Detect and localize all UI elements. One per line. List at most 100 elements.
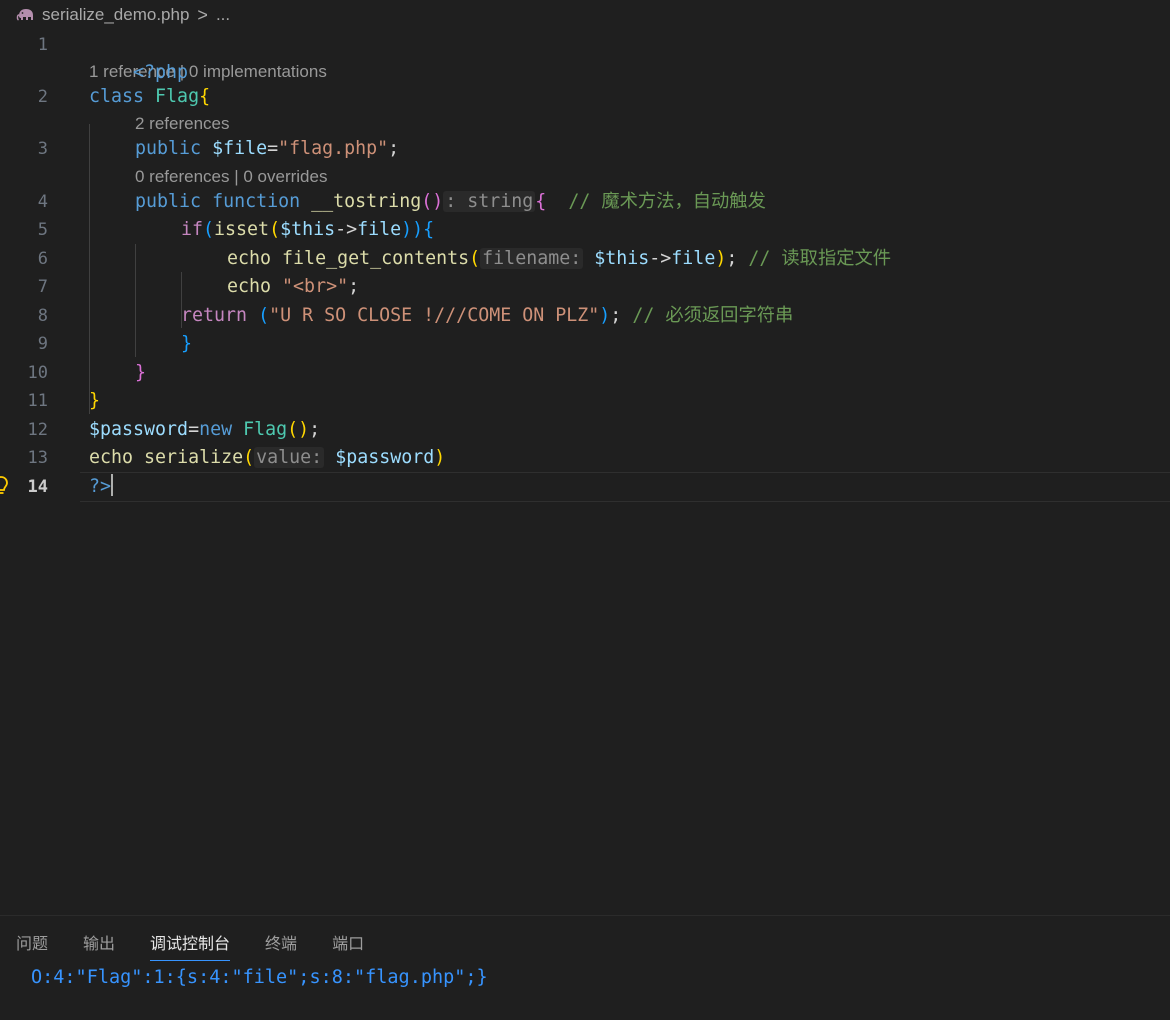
- token-paren: (: [258, 305, 270, 326]
- line-number: 9: [37, 334, 48, 354]
- token-comment: // 必须返回字符串: [632, 305, 794, 326]
- token-keyword: new: [199, 419, 233, 440]
- php-open-tag: <?php: [133, 62, 189, 83]
- token-keyword: public: [135, 138, 202, 159]
- php-elephant-icon: [16, 6, 38, 24]
- code-line: if(isset($this->file)){: [181, 216, 434, 244]
- code-line: $password=new Flag();: [89, 416, 320, 444]
- chevron-right-icon: >: [197, 4, 208, 25]
- breadcrumb-more[interactable]: ...: [216, 5, 230, 25]
- line-number: 5: [37, 220, 48, 240]
- token-paren: (: [243, 447, 255, 468]
- indent-guide: [135, 244, 136, 357]
- php-close-tag: ?>: [89, 476, 112, 497]
- tab-output[interactable]: 输出: [83, 930, 115, 961]
- inlay-hint: value:: [254, 447, 325, 468]
- token-parens: (): [287, 419, 310, 440]
- inlay-hint: filename:: [480, 248, 584, 269]
- line-number: 7: [37, 277, 48, 297]
- line-number: 3: [37, 139, 48, 159]
- token-function: __tostring: [311, 191, 422, 212]
- token-function: isset: [214, 219, 270, 240]
- text-cursor: [111, 474, 114, 496]
- tab-problems[interactable]: 问题: [16, 930, 48, 961]
- token-function: serialize: [144, 447, 244, 468]
- code-editor[interactable]: 1 2 3 4 5 6 7 8 9 10 11 12 13 14 1 refer…: [0, 30, 1170, 915]
- code-line: class Flag{: [89, 83, 210, 111]
- code-line: echo file_get_contents(filename: $this->…: [227, 245, 891, 273]
- token-variable: $password: [335, 447, 435, 468]
- token-keyword: class: [89, 86, 145, 107]
- token-comment: // 读取指定文件: [748, 248, 892, 269]
- token-class: Flag: [243, 419, 288, 440]
- token-semicolon: ;: [348, 276, 360, 297]
- token-function: echo: [227, 276, 272, 297]
- code-line: }: [135, 359, 146, 387]
- bottom-panel: 问题 输出 调试控制台 终端 端口 O:4:"Flag":1:{s:4:"fil…: [0, 915, 1170, 1020]
- token-brace: {: [535, 191, 547, 212]
- token-paren: (: [203, 219, 215, 240]
- token-variable: $password: [89, 419, 189, 440]
- line-number: 2: [37, 87, 48, 107]
- tab-debug-console[interactable]: 调试控制台: [150, 930, 231, 961]
- token-semicolon: ;: [309, 419, 321, 440]
- token-variable: $this: [594, 248, 650, 269]
- line-number: 13: [27, 448, 48, 468]
- token-brace: }: [135, 362, 147, 383]
- tab-terminal[interactable]: 终端: [265, 930, 297, 961]
- line-number: 4: [37, 192, 48, 212]
- token-function: file_get_contents: [282, 248, 470, 269]
- token-control: if: [181, 219, 204, 240]
- token-comment: // 魔术方法，自动触发: [568, 191, 766, 212]
- token-brace: }: [89, 390, 101, 411]
- token-property: file: [357, 219, 402, 240]
- code-line: echo serialize(value: $password): [89, 444, 445, 472]
- token-brace: }: [181, 333, 193, 354]
- token-semicolon: ;: [388, 138, 400, 159]
- code-line: return ("U R SO CLOSE !///COME ON PLZ");…: [181, 302, 793, 330]
- token-string: "flag.php": [278, 138, 389, 159]
- code-line: }: [89, 387, 100, 415]
- token-operator: ->: [649, 248, 672, 269]
- token-control: return: [181, 305, 248, 326]
- codelens-references[interactable]: 2 references: [135, 112, 230, 136]
- token-paren: )): [401, 219, 424, 240]
- token-keyword: function: [212, 191, 301, 212]
- inlay-hint: : string: [443, 191, 536, 212]
- token-paren: (: [269, 219, 281, 240]
- line-number-active: 14: [27, 477, 48, 497]
- line-number: 1: [37, 35, 48, 55]
- token-semicolon: ;: [726, 248, 738, 269]
- token-variable: $file: [212, 138, 268, 159]
- token-brace: {: [423, 219, 435, 240]
- code-line: public $file="flag.php";: [135, 135, 399, 163]
- token-function: echo: [89, 447, 134, 468]
- line-number: 8: [37, 306, 48, 326]
- line-number: 6: [37, 249, 48, 269]
- code-line: echo "<br>";: [227, 273, 359, 301]
- token-paren: ): [599, 305, 611, 326]
- token-paren: (: [469, 248, 481, 269]
- token-paren: ): [715, 248, 727, 269]
- code-line: }: [181, 330, 192, 358]
- token-operator: ->: [335, 219, 358, 240]
- breadcrumb-file[interactable]: serialize_demo.php: [42, 5, 189, 25]
- token-variable: $this: [280, 219, 336, 240]
- token-semicolon: ;: [610, 305, 622, 326]
- codelens-references[interactable]: 0 references | 0 overrides: [135, 165, 327, 189]
- token-parens: (): [421, 191, 444, 212]
- line-number: 11: [27, 391, 48, 411]
- lightbulb-icon[interactable]: [0, 475, 10, 497]
- debug-console-output: O:4:"Flag":1:{s:4:"file";s:8:"flag.php";…: [31, 967, 488, 988]
- token-string: "U R SO CLOSE !///COME ON PLZ": [269, 305, 600, 326]
- breadcrumb: serialize_demo.php > ...: [0, 0, 1170, 30]
- token-brace: {: [199, 86, 211, 107]
- panel-tabs: 问题 输出 调试控制台 终端 端口: [16, 930, 399, 961]
- tab-ports[interactable]: 端口: [332, 930, 364, 961]
- token-class: Flag: [155, 86, 200, 107]
- token-property: file: [671, 248, 716, 269]
- code-line: ?>: [89, 473, 114, 501]
- current-line-highlight: [80, 472, 1170, 502]
- indent-guide: [89, 124, 90, 414]
- code-line: public function __tostring(): string{ //…: [135, 188, 766, 216]
